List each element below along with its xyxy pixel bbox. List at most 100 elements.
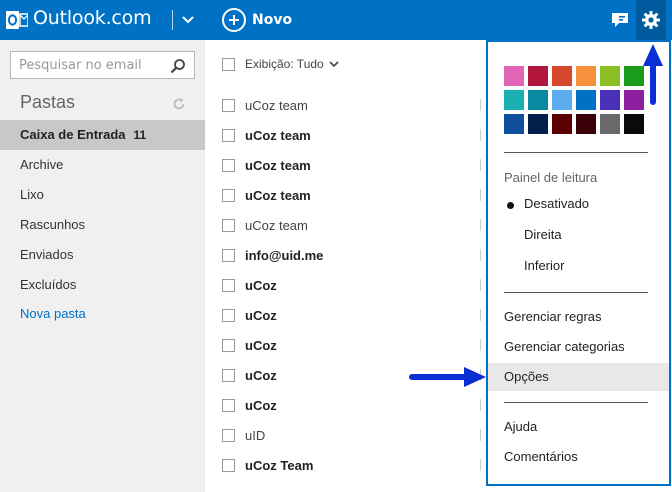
new-message-label: Novo [252, 12, 293, 28]
message-row[interactable]: uCoz [222, 300, 482, 330]
row-checkbox[interactable] [222, 248, 235, 262]
theme-color-swatch[interactable] [552, 114, 572, 134]
folder-trash[interactable]: Lixo [0, 180, 205, 210]
sender-name: uCoz [245, 337, 277, 353]
sender-name: uCoz [245, 277, 277, 293]
row-edge-marker [480, 249, 483, 261]
sender-name: uCoz team [245, 127, 311, 143]
folder-deleted[interactable]: Excluídos [0, 270, 205, 300]
help-item[interactable]: Ajuda [488, 413, 669, 441]
message-row[interactable]: uCoz team [222, 120, 482, 150]
message-row[interactable]: uID [222, 420, 482, 450]
reading-pane-heading: Painel de leitura [504, 170, 598, 185]
menu-item-label: Ajuda [504, 419, 538, 434]
row-edge-marker [480, 339, 483, 351]
folder-label: Enviados [20, 247, 74, 262]
theme-color-swatch[interactable] [576, 114, 596, 134]
message-row[interactable]: uCoz team [222, 210, 482, 240]
theme-color-swatch[interactable] [528, 66, 548, 86]
theme-color-swatch[interactable] [504, 114, 524, 134]
message-row[interactable]: uCoz [222, 390, 482, 420]
theme-color-swatch[interactable] [624, 114, 644, 134]
annotation-arrow-right-icon [409, 367, 486, 387]
search-input[interactable] [11, 52, 161, 78]
message-row[interactable]: uCoz team [222, 150, 482, 180]
row-checkbox[interactable] [222, 188, 235, 202]
chevron-down-icon[interactable] [328, 59, 340, 69]
menu-item-label: Gerenciar categorias [504, 339, 625, 354]
manage-categories-item[interactable]: Gerenciar categorias [488, 333, 669, 361]
divider [504, 292, 648, 293]
row-checkbox[interactable] [222, 398, 235, 412]
row-checkbox[interactable] [222, 158, 235, 172]
theme-color-swatch[interactable] [600, 90, 620, 110]
row-checkbox[interactable] [222, 98, 235, 112]
row-edge-marker [480, 399, 483, 411]
annotation-arrow-up-icon [643, 44, 663, 105]
theme-color-swatch[interactable] [504, 66, 524, 86]
outlook-logo-icon[interactable] [6, 9, 29, 31]
folders-heading: Pastas [20, 92, 76, 112]
theme-color-swatch[interactable] [600, 66, 620, 86]
feedback-item[interactable]: Comentários [488, 443, 669, 471]
row-checkbox[interactable] [222, 308, 235, 322]
row-checkbox[interactable] [222, 218, 235, 232]
refresh-icon[interactable] [172, 97, 186, 111]
search-box [10, 51, 195, 79]
top-bar: Outlook.com Novo [0, 0, 672, 40]
message-row[interactable]: uCoz team [222, 90, 482, 120]
option-label: Inferior [524, 258, 565, 273]
row-edge-marker [480, 219, 483, 231]
row-checkbox[interactable] [222, 368, 235, 382]
folder-label: Archive [20, 157, 64, 172]
selected-bullet-icon [507, 202, 514, 209]
folder-sent[interactable]: Enviados [0, 240, 205, 270]
theme-color-swatch[interactable] [552, 66, 572, 86]
new-folder-link[interactable]: Nova pasta [0, 299, 205, 329]
message-row[interactable]: info@uid.me [222, 240, 482, 270]
row-checkbox[interactable] [222, 128, 235, 142]
theme-color-swatch[interactable] [576, 90, 596, 110]
theme-color-swatch[interactable] [528, 114, 548, 134]
chat-icon[interactable] [610, 11, 630, 29]
search-icon[interactable] [170, 58, 186, 74]
folder-drafts[interactable]: Rascunhos [0, 210, 205, 240]
options-item[interactable]: Opções [488, 363, 669, 391]
folder-label: Rascunhos [20, 217, 86, 232]
manage-rules-item[interactable]: Gerenciar regras [488, 303, 669, 331]
reading-pane-off-option[interactable]: Desativado [488, 190, 669, 218]
reading-pane-bottom-option[interactable]: Inferior [488, 252, 669, 280]
select-all-checkbox[interactable] [222, 57, 235, 71]
theme-color-swatch[interactable] [528, 90, 548, 110]
row-checkbox[interactable] [222, 428, 235, 442]
row-edge-marker [480, 129, 483, 141]
folder-label: Lixo [20, 187, 44, 202]
row-checkbox[interactable] [222, 278, 235, 292]
message-row[interactable]: uCoz Team [222, 450, 482, 480]
theme-color-swatch[interactable] [576, 66, 596, 86]
unread-count-badge: 11 [133, 128, 147, 142]
message-row[interactable]: uCoz [222, 270, 482, 300]
theme-color-swatch[interactable] [552, 90, 572, 110]
theme-color-swatch[interactable] [504, 90, 524, 110]
sender-name: uCoz [245, 397, 277, 413]
list-header: Exibição: Tudo [222, 57, 340, 71]
sender-name: uID [245, 427, 266, 443]
settings-button[interactable] [636, 0, 666, 40]
app-title[interactable]: Outlook.com [33, 7, 152, 29]
chevron-down-icon[interactable] [180, 12, 196, 28]
view-filter-dropdown[interactable]: Exibição: Tudo [245, 57, 324, 71]
folder-inbox[interactable]: Caixa de Entrada 11 [0, 120, 205, 150]
new-message-button[interactable]: Novo [222, 7, 292, 33]
message-row[interactable]: uCoz team [222, 180, 482, 210]
reading-pane-right-option[interactable]: Direita [488, 221, 669, 249]
row-checkbox[interactable] [222, 338, 235, 352]
sender-name: uCoz Team [245, 457, 314, 473]
folder-archive[interactable]: Archive [0, 150, 205, 180]
row-checkbox[interactable] [222, 458, 235, 472]
row-edge-marker [480, 99, 483, 111]
message-row[interactable]: uCoz [222, 330, 482, 360]
new-folder-label: Nova pasta [20, 306, 86, 321]
theme-color-swatch[interactable] [600, 114, 620, 134]
row-edge-marker [480, 159, 483, 171]
